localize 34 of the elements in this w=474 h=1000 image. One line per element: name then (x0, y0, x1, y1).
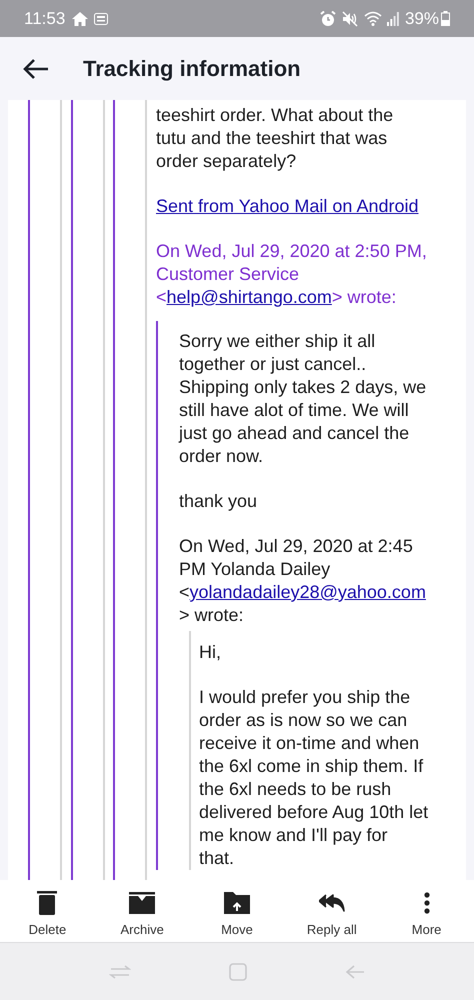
back-nav-icon[interactable] (345, 964, 366, 980)
delete-button[interactable]: Delete (0, 885, 95, 937)
app-notification-icon (94, 12, 108, 24)
wifi-icon (364, 11, 382, 26)
home-icon (72, 12, 88, 26)
folder-upload-icon (224, 892, 250, 914)
reply-all-button[interactable]: Reply all (284, 885, 380, 937)
status-time: 11:53 (24, 8, 66, 30)
more-options-icon (424, 892, 430, 914)
reply-header: On Wed, Jul 29, 2020 at 2:50 PM, Customer Service <help@shirtango.com> wrote: (156, 240, 428, 309)
email-link[interactable]: yolandadailey28@yahoo.com (190, 582, 426, 602)
message-text: Hi, (199, 641, 222, 664)
screen-title: Tracking information (83, 55, 301, 83)
reply-all-icon (318, 894, 345, 912)
message-text: I would prefer you ship the order as is now so we can receive it on-time and when the 6xl come in ship them. If the 6xl needs to be rush delivered before Aug 10th let me know and I'll pay for that. (199, 686, 430, 870)
trash-icon (37, 891, 58, 915)
message-text: teeshirt order. What about the tutu and the teeshirt that was order separately? (156, 104, 394, 173)
battery-percentage: 39% (404, 8, 439, 30)
archive-box-icon (129, 892, 156, 914)
alarm-icon (320, 10, 336, 26)
battery-icon (441, 11, 450, 26)
more-button[interactable]: More (379, 885, 474, 937)
signature-link[interactable]: Sent from Yahoo Mail on Android (156, 195, 466, 218)
message-text: Sorry we either ship it all together or just cancel.. Shipping only takes 2 days, we still have alot of time. We will just go ahead and cancel the order now. (179, 330, 428, 468)
back-arrow-icon (23, 58, 49, 80)
home-button-icon[interactable] (228, 962, 248, 982)
move-button[interactable]: Move (190, 885, 284, 937)
mute-icon (342, 10, 358, 26)
message-text: thank you (179, 490, 258, 513)
quote-attribution: On Wed, Jul 29, 2020 at 2:45 PM Yolanda Dailey <yolandadailey28@yahoo.com > wrote: (179, 535, 427, 627)
recent-apps-icon[interactable] (108, 964, 131, 978)
signal-icon (386, 12, 399, 26)
archive-button[interactable]: Archive (94, 885, 190, 937)
email-link[interactable]: help@shirtango.com (166, 287, 332, 307)
